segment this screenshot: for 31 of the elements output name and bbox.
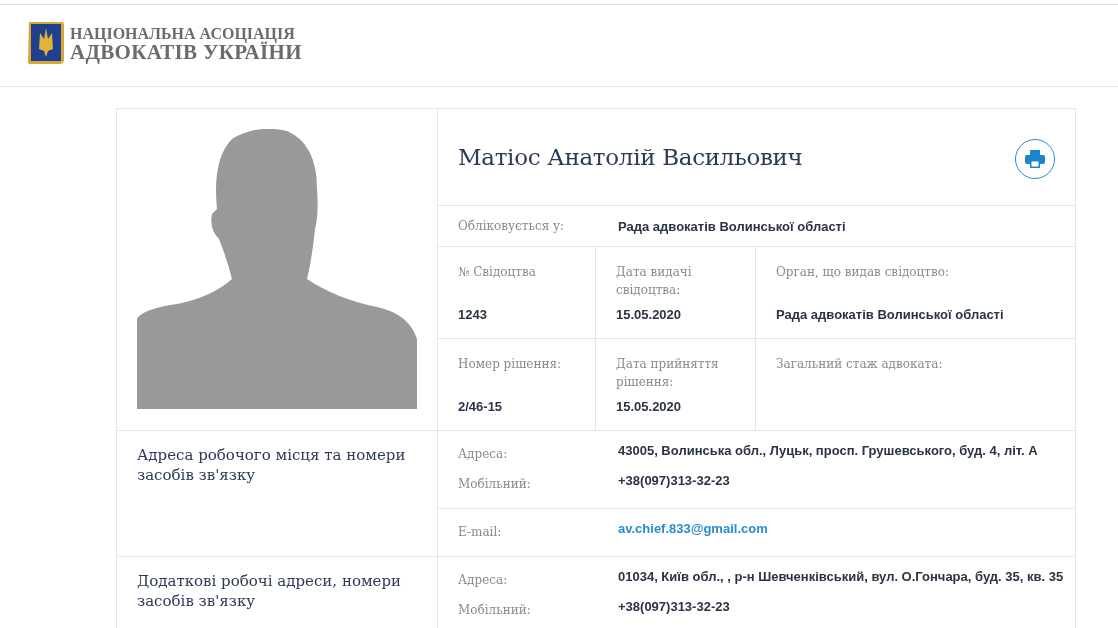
- section-title: Додаткові робочі адреси, номери засобів зв'язку: [137, 571, 403, 611]
- field-value: Рада адвокатів Волинської області: [776, 307, 1005, 322]
- field-label: Загальний стаж адвоката:: [776, 356, 944, 373]
- field-value: 2/46-15: [458, 399, 504, 414]
- field-value: 43005, Волинська обл., Луцьк, просп. Грушевського, буд. 4, літ. А: [618, 443, 1038, 458]
- field-label: Дата прийняття рішення:: [616, 356, 720, 391]
- field-value: 1243: [458, 307, 488, 322]
- field-value: 01034, Київ обл., , р-н Шевченківський, вул. О.Гончара, буд. 35, кв. 35: [618, 569, 1064, 584]
- printer-icon: [1025, 150, 1045, 168]
- field-label: Дата видачі свідоцтва:: [616, 264, 693, 299]
- field-label: Адреса:: [458, 572, 509, 589]
- field-label: Мобільний:: [458, 602, 532, 619]
- field-label: Мобільний:: [458, 476, 532, 493]
- field-value: +38(097)313-32-23: [618, 473, 730, 488]
- field-label: Номер рішення:: [458, 356, 562, 373]
- field-label: Обліковується у:: [458, 218, 566, 235]
- print-button[interactable]: [1015, 139, 1055, 179]
- email-link[interactable]: av.chief.833@gmail.com: [618, 521, 768, 536]
- trident-emblem-icon: [26, 19, 66, 67]
- lawyer-name: Матіос Анатолій Васильович: [458, 144, 803, 170]
- field-value: 15.05.2020: [616, 399, 683, 414]
- logo-title: НАЦІОНАЛЬНА АСОЦІАЦІЯ: [70, 24, 295, 43]
- field-label: E-mail:: [458, 524, 503, 541]
- field-value: Рада адвокатів Волинської області: [618, 218, 846, 234]
- field-label: Орган, що видав свідоцтво:: [776, 264, 950, 281]
- section-title: Адреса робочого місця та номери засобів зв'язку: [137, 445, 407, 485]
- field-value: +38(097)313-32-23: [618, 599, 730, 614]
- field-label: № Свідоцтва: [458, 264, 537, 281]
- field-value: 15.05.2020: [616, 307, 683, 322]
- logo-title: АДВОКАТІВ УКРАЇНИ: [70, 43, 302, 62]
- field-label: Адреса:: [458, 446, 509, 463]
